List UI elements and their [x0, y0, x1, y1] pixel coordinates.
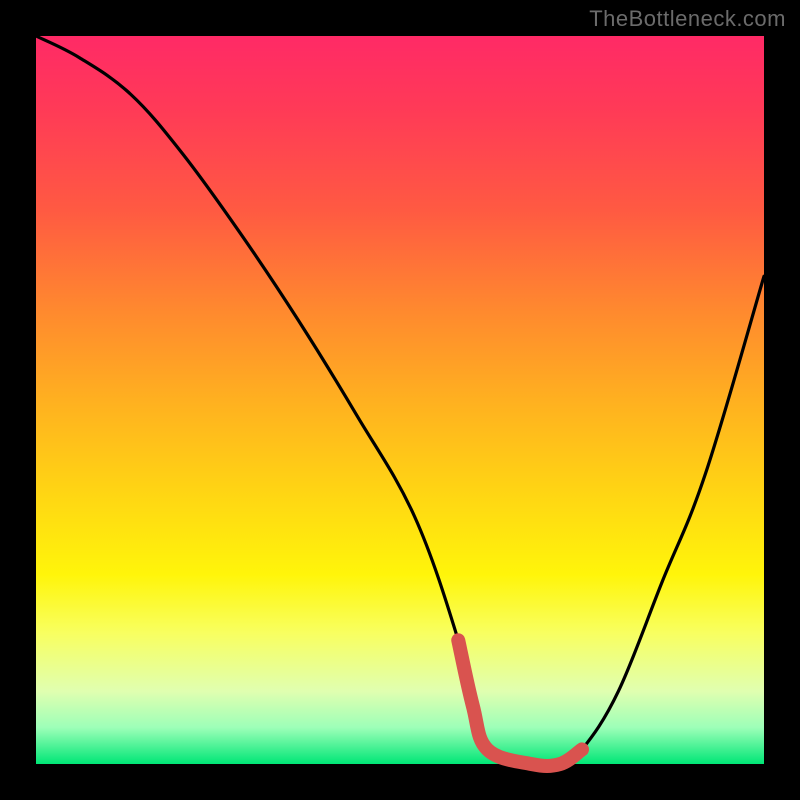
- bottleneck-chart: [36, 36, 764, 764]
- watermark-text: TheBottleneck.com: [589, 6, 786, 32]
- optimal-range-marker: [458, 640, 582, 766]
- chart-frame: TheBottleneck.com: [0, 0, 800, 800]
- bottleneck-curve-path: [36, 36, 764, 766]
